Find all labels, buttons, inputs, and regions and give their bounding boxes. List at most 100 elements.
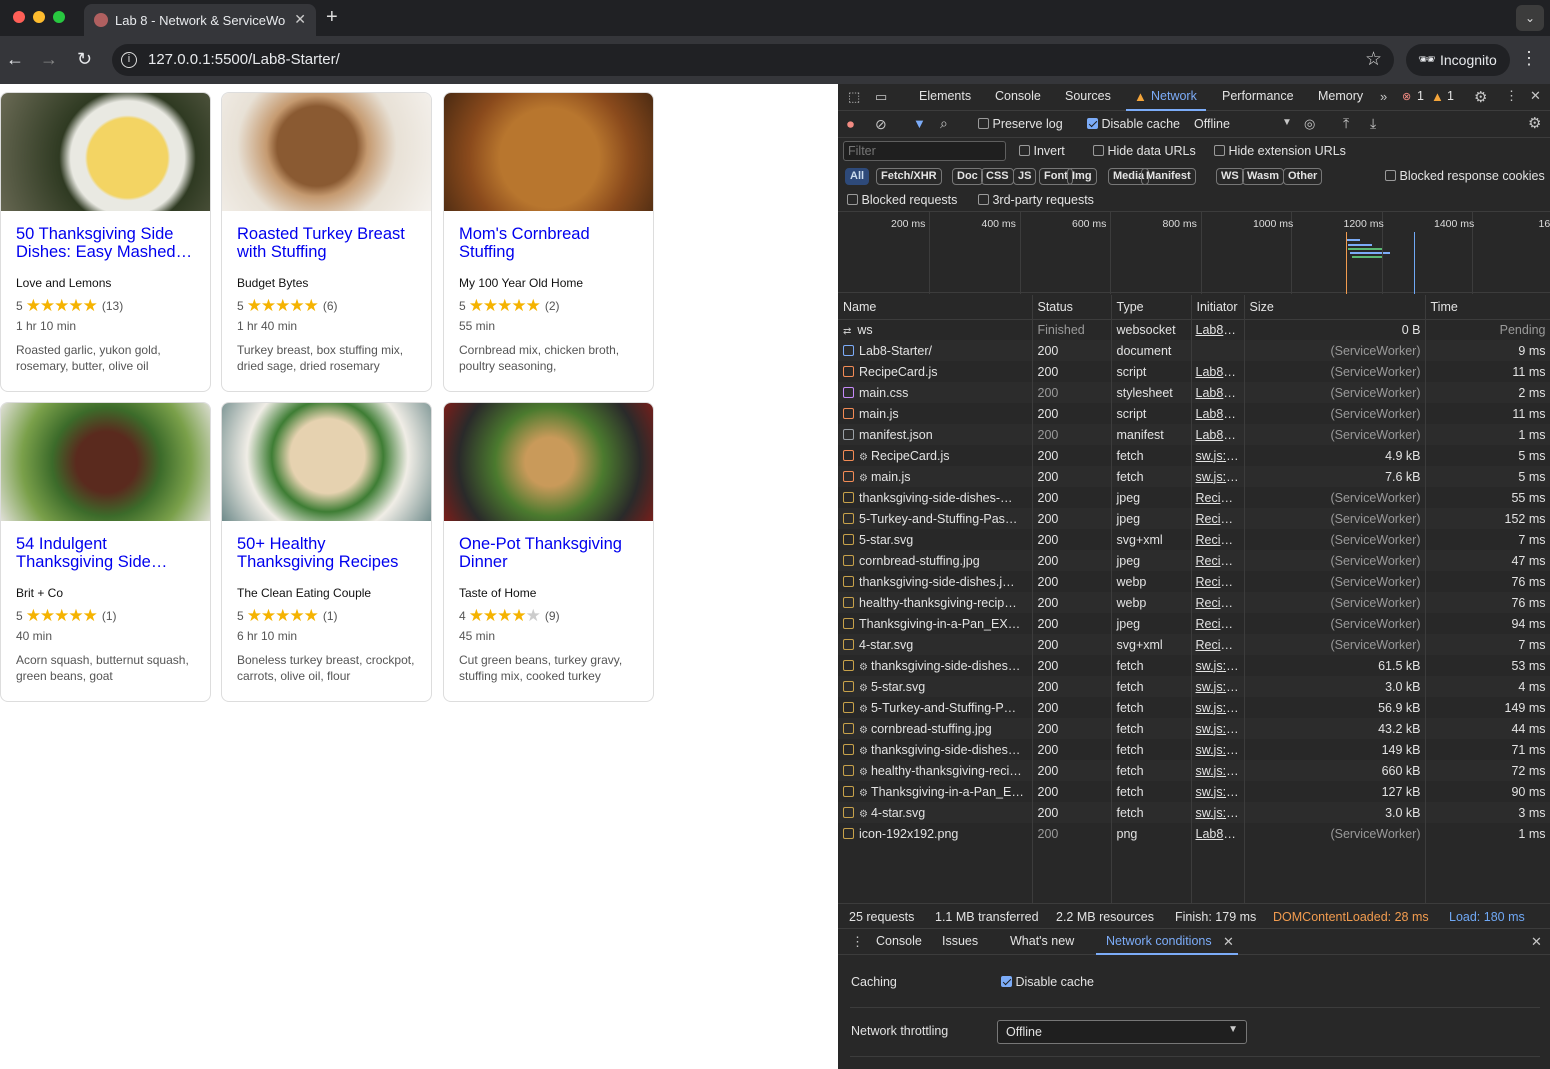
bookmark-star-icon[interactable]: ☆ [1365, 48, 1382, 71]
record-stop-icon[interactable]: ⏺ [847, 116, 854, 133]
drawer-menu-icon[interactable]: ⋮ [851, 934, 864, 950]
request-initiator-link[interactable]: sw.js:58 [1191, 718, 1245, 739]
request-row[interactable]: ⚙ 5-star.svg 200 fetch sw.js:58 3.0 kB 4 ms [838, 676, 1550, 697]
column-header-initiator[interactable]: Initiator [1191, 295, 1245, 320]
tab-memory[interactable]: Memory [1318, 89, 1363, 103]
tab-performance[interactable]: Performance [1222, 89, 1294, 103]
third-party-requests-checkbox[interactable]: 3rd-party requests [978, 193, 1094, 207]
close-drawer-tab-icon[interactable]: ✕ [1223, 934, 1234, 950]
request-row[interactable]: 4-star.svg 200 svg+xml RecipeC (ServiceWorke… [838, 634, 1550, 655]
disable-cache-checkbox[interactable]: Disable cache [1087, 117, 1180, 131]
recipe-card[interactable]: 50+ Healthy Thanksgiving Recipes The Clea… [221, 402, 432, 702]
filter-chip-fetch-xhr[interactable]: Fetch/XHR [876, 168, 942, 185]
tab-network[interactable]: Network [1151, 89, 1197, 103]
request-row[interactable]: ⚙ thanksgiving-side-dishes… 200 fetch sw.js:… [838, 655, 1550, 676]
more-tabs-icon[interactable]: » [1380, 89, 1387, 104]
request-initiator-link[interactable]: sw.js:58 [1191, 466, 1245, 487]
request-row[interactable]: ⚙ 4-star.svg 200 fetch sw.js:58 3.0 kB 3 ms [838, 802, 1550, 823]
maximize-window-button[interactable] [53, 11, 65, 23]
request-initiator-link[interactable]: sw.js:58 [1191, 739, 1245, 760]
request-row[interactable]: icon-192x192.png 200 png Lab8-Sta (ServiceWo… [838, 823, 1550, 844]
request-initiator-link[interactable]: sw.js:58 [1191, 760, 1245, 781]
request-initiator-link[interactable]: RecipeC [1191, 529, 1245, 550]
network-settings-icon[interactable]: ⚙ [1528, 114, 1541, 132]
site-info-icon[interactable]: i [121, 52, 137, 68]
recipe-title-link[interactable]: One-Pot Thanksgiving Dinner [459, 535, 644, 573]
request-name[interactable]: icon-192x192.png [838, 823, 1033, 844]
browser-tab[interactable]: Lab 8 - Network & ServiceWo ✕ [84, 4, 316, 36]
request-name[interactable]: ⇄ ws [838, 319, 1033, 340]
recipe-card[interactable]: One-Pot Thanksgiving Dinner Taste of Home… [443, 402, 654, 702]
request-initiator-link[interactable]: sw.js:58 [1191, 697, 1245, 718]
settings-gear-icon[interactable]: ⚙ [1474, 88, 1487, 106]
request-name[interactable]: thanksgiving-side-dishes-… [838, 487, 1033, 508]
preserve-log-box[interactable] [978, 118, 989, 129]
column-header-type[interactable]: Type [1111, 295, 1192, 320]
incognito-badge[interactable]: 🕶 Incognito [1406, 44, 1510, 76]
filter-chip-img[interactable]: Img [1067, 168, 1097, 185]
request-row[interactable]: Lab8-Starter/200 document (ServiceWorker) 9… [838, 340, 1550, 361]
filter-chip-css[interactable]: CSS [981, 168, 1014, 185]
third-party-requests-box[interactable] [978, 194, 989, 205]
request-name[interactable]: ⚙ cornbread-stuffing.jpg [838, 718, 1033, 739]
request-name[interactable]: ⚙ Thanksgiving-in-a-Pan_E… [838, 781, 1033, 802]
request-name[interactable]: ⚙ 5-Turkey-and-Stuffing-P… [838, 697, 1033, 718]
error-count[interactable]: 1 [1417, 89, 1424, 103]
recipe-card[interactable]: 50 Thanksgiving Side Dishes: Easy Mashed… [0, 92, 211, 392]
request-row[interactable]: Thanksgiving-in-a-Pan_EX… 200 jpeg RecipeC(… [838, 613, 1550, 634]
request-initiator-link[interactable]: Lab8-Sta [1191, 382, 1245, 403]
request-initiator-link[interactable]: Lab8-Sta [1191, 403, 1245, 424]
filter-chip-doc[interactable]: Doc [952, 168, 983, 185]
device-toolbar-icon[interactable]: ▭ [875, 89, 887, 105]
invert-checkbox[interactable]: Invert [1019, 144, 1065, 158]
request-name[interactable]: Thanksgiving-in-a-Pan_EX… [838, 613, 1033, 634]
request-name[interactable]: ⚙ 4-star.svg [838, 802, 1033, 823]
hide-data-urls-checkbox[interactable]: Hide data URLs [1093, 144, 1196, 158]
request-name[interactable]: ⚙ main.js [838, 466, 1033, 487]
recipe-image[interactable] [1, 403, 210, 521]
filter-chip-js[interactable]: JS [1013, 168, 1037, 185]
error-icon[interactable]: ⊗ [1402, 90, 1411, 103]
request-name[interactable]: 5-Turkey-and-Stuffing-Pas… [838, 508, 1033, 529]
url-text[interactable]: 127.0.0.1:5500/Lab8-Starter/ [148, 51, 340, 68]
request-initiator-link[interactable]: RecipeC [1191, 550, 1245, 571]
filter-chip-all[interactable]: All [845, 168, 870, 185]
network-conditions-icon[interactable]: ◎ [1304, 116, 1315, 132]
devtools-menu-icon[interactable]: ⋮ [1505, 88, 1518, 104]
new-tab-button[interactable]: + [326, 6, 338, 29]
request-initiator-link[interactable]: RecipeC [1191, 592, 1245, 613]
blocked-response-cookies-checkbox[interactable]: Blocked response cookies [1385, 169, 1545, 183]
recipe-title-link[interactable]: 50 Thanksgiving Side Dishes: Easy Mashed… [16, 225, 201, 263]
request-name[interactable]: Lab8-Starter/ [838, 340, 1033, 361]
close-window-button[interactable] [13, 11, 25, 23]
export-har-icon[interactable]: ⤓ [1370, 115, 1376, 132]
request-name[interactable]: thanksgiving-side-dishes.j… [838, 571, 1033, 592]
request-row[interactable]: cornbread-stuffing.jpg 200 jpeg RecipeC (Ser… [838, 550, 1550, 571]
reload-button[interactable]: ↻ [77, 50, 92, 68]
request-row[interactable]: ⚙ main.js 200 fetch sw.js:58 7.6 kB 5 ms [838, 466, 1550, 487]
network-throttling-select[interactable]: Offline ▼ [997, 1020, 1247, 1044]
request-row[interactable]: manifest.json 200 manifest Lab8-Sta (Service… [838, 424, 1550, 445]
close-tab-icon[interactable]: ✕ [294, 11, 306, 28]
disable-cache-box[interactable] [1087, 118, 1098, 129]
caching-disable-cache-box[interactable] [1001, 976, 1012, 987]
filter-funnel-icon[interactable]: ▼ [913, 116, 926, 131]
column-header-size[interactable]: Size [1244, 295, 1426, 320]
request-name[interactable]: healthy-thanksgiving-recip… [838, 592, 1033, 613]
request-row[interactable]: ⚙ 5-Turkey-and-Stuffing-P… 200 fetch sw.js:5… [838, 697, 1550, 718]
recipe-title-link[interactable]: 54 Indulgent Thanksgiving Side… [16, 535, 201, 573]
close-devtools-icon[interactable]: ✕ [1530, 88, 1541, 104]
hide-extension-urls-checkbox[interactable]: Hide extension URLs [1214, 144, 1346, 158]
request-name[interactable]: ⚙ 5-star.svg [838, 676, 1033, 697]
request-row[interactable]: ⚙ healthy-thanksgiving-reci… 200 fetch sw.js… [838, 760, 1550, 781]
request-row[interactable]: main.css 200 stylesheet Lab8-Sta (ServiceWor… [838, 382, 1550, 403]
request-row[interactable]: thanksgiving-side-dishes-… 200 jpeg RecipeC… [838, 487, 1550, 508]
request-name[interactable]: ⚙ RecipeCard.js [838, 445, 1033, 466]
request-row[interactable]: healthy-thanksgiving-recip… 200 webp Recipe… [838, 592, 1550, 613]
tab-sources[interactable]: Sources [1065, 89, 1111, 103]
request-name[interactable]: main.css [838, 382, 1033, 403]
request-name[interactable]: main.js [838, 403, 1033, 424]
recipe-card[interactable]: Mom's Cornbread Stuffing My 100 Year Old … [443, 92, 654, 392]
chevron-down-icon[interactable]: ▼ [1282, 117, 1292, 128]
warning-icon[interactable]: ▲ [1431, 89, 1444, 104]
